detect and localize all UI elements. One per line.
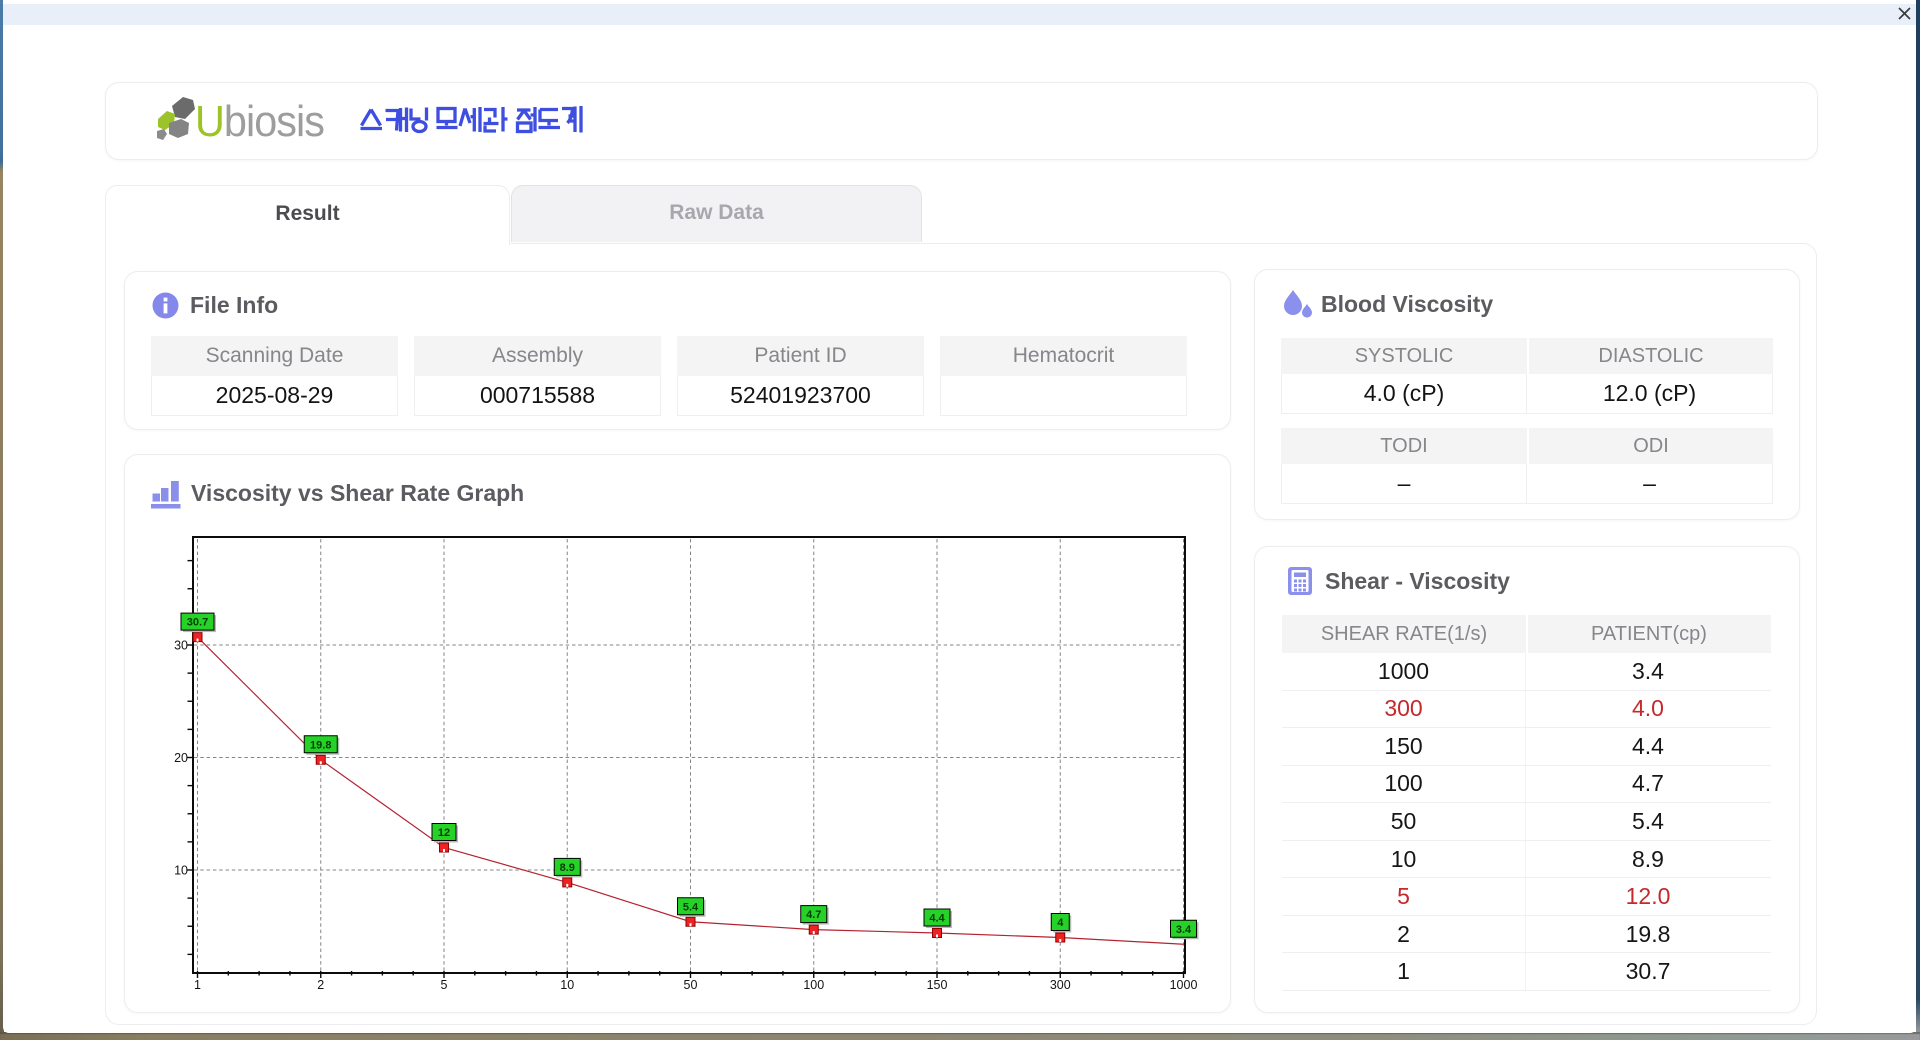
svg-text:5.4: 5.4 [683, 901, 699, 913]
svg-text:10: 10 [560, 978, 574, 992]
svg-text:150: 150 [927, 978, 948, 992]
svg-text:5: 5 [441, 978, 448, 992]
svg-text:12: 12 [438, 827, 450, 839]
svg-text:3.4: 3.4 [1176, 924, 1192, 936]
svg-text:300: 300 [1050, 978, 1071, 992]
svg-text:19.8: 19.8 [310, 739, 331, 751]
svg-text:4.7: 4.7 [806, 909, 821, 921]
svg-text:1: 1 [194, 978, 201, 992]
svg-text:10: 10 [174, 864, 188, 878]
svg-text:2: 2 [317, 978, 324, 992]
svg-text:4: 4 [1057, 917, 1064, 929]
svg-text:8.9: 8.9 [560, 862, 575, 874]
svg-text:Ubiosis: Ubiosis [195, 97, 324, 146]
svg-text:50: 50 [684, 978, 698, 992]
svg-text:30: 30 [174, 639, 188, 653]
svg-text:100: 100 [803, 978, 824, 992]
svg-text:20: 20 [174, 751, 188, 765]
svg-text:1000: 1000 [1170, 978, 1198, 992]
svg-text:4.4: 4.4 [929, 913, 945, 925]
svg-text:30.7: 30.7 [187, 617, 208, 629]
